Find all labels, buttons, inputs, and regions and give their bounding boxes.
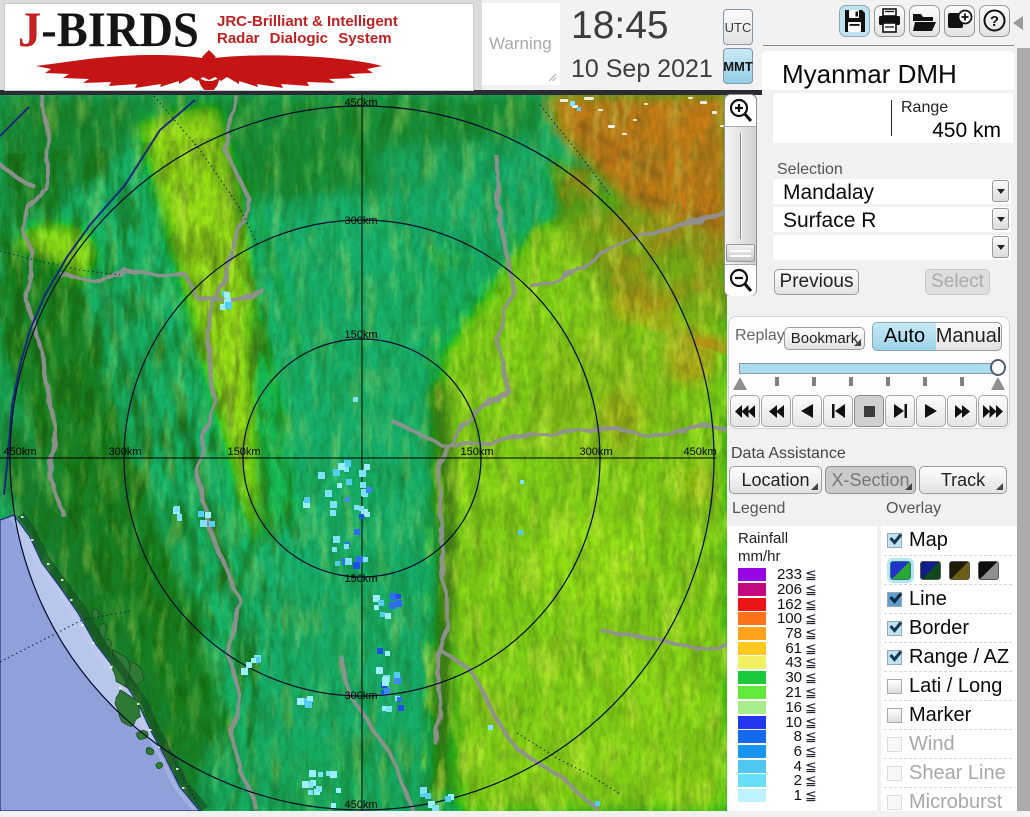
svg-text:?: ? bbox=[990, 13, 999, 30]
svg-text:300km: 300km bbox=[108, 446, 141, 458]
svg-text:450km: 450km bbox=[3, 446, 36, 458]
svg-text:450km: 450km bbox=[344, 799, 377, 811]
svg-text:150km: 150km bbox=[344, 573, 377, 585]
svg-text:450km: 450km bbox=[344, 97, 377, 109]
svg-text:150km: 150km bbox=[227, 446, 260, 458]
svg-text:300km: 300km bbox=[579, 446, 612, 458]
svg-text:300km: 300km bbox=[344, 690, 377, 702]
svg-text:150km: 150km bbox=[344, 329, 377, 341]
svg-text:300km: 300km bbox=[344, 215, 377, 227]
svg-text:450km: 450km bbox=[683, 446, 716, 458]
svg-text:150km: 150km bbox=[460, 446, 493, 458]
